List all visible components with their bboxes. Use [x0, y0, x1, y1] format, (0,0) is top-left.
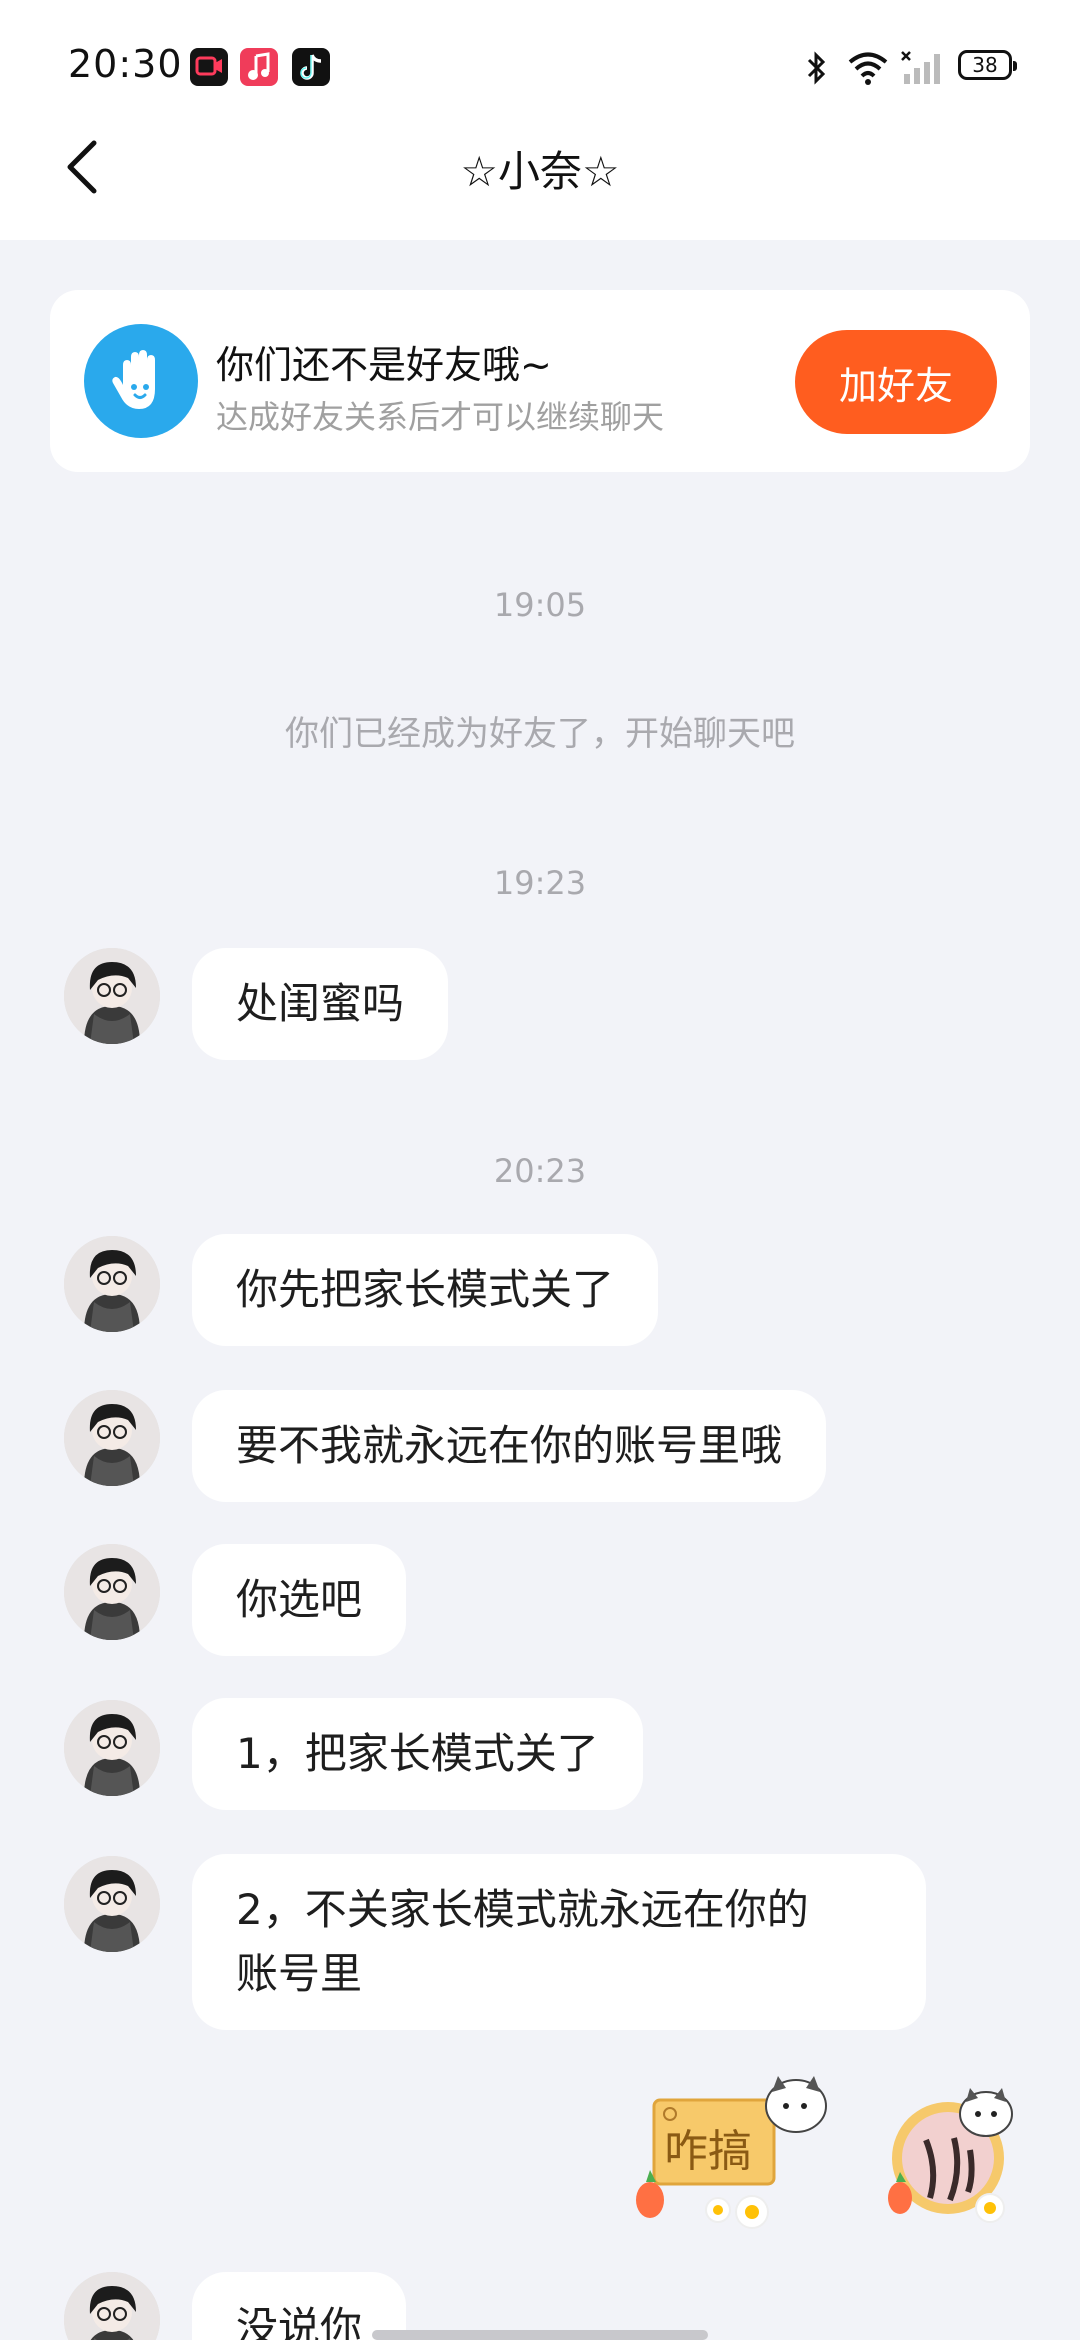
message-line: 2，不关家长模式就永远在你的: [236, 1885, 809, 1934]
top-bar: 20:30 38 ☆小奈☆: [0, 0, 1080, 240]
card-subtitle: 达成好友关系后才可以继续聊天: [216, 398, 665, 436]
add-friend-button[interactable]: 加好友: [795, 330, 997, 434]
avatar[interactable]: [64, 1236, 160, 1332]
message-bubble[interactable]: 1，把家长模式关了: [192, 1698, 643, 1810]
message-bubble[interactable]: 你选吧: [192, 1544, 407, 1656]
message-line: 账号里: [236, 1949, 363, 1998]
bluetooth-icon: [804, 48, 830, 88]
page-title: ☆小奈☆: [460, 147, 620, 196]
sticker-text: 咋搞: [664, 2126, 752, 2177]
signal-icon: [900, 48, 944, 88]
home-indicator[interactable]: [372, 2330, 708, 2340]
avatar[interactable]: [64, 2272, 160, 2340]
status-time: 20:30: [68, 42, 183, 86]
sticker-cat-sign[interactable]: 咋搞: [628, 2070, 848, 2230]
message-bubble-multiline[interactable]: 2，不关家长模式就永远在你的 账号里: [192, 1854, 926, 2030]
video-recorder-icon: [190, 48, 228, 86]
avatar[interactable]: [64, 948, 160, 1044]
card-title: 你们还不是好友哦~: [216, 343, 552, 387]
status-bar: 20:30 38: [0, 0, 1080, 130]
message-bubble[interactable]: 你先把家长模式关了: [192, 1234, 659, 1346]
message-bubble[interactable]: 处闺蜜吗: [192, 948, 449, 1060]
sticker-cat-portrait[interactable]: [878, 2080, 1028, 2230]
timestamp: 20:23: [493, 1152, 587, 1190]
wifi-icon: [846, 48, 890, 88]
system-message: 你们已经成为好友了，开始聊天吧: [285, 714, 795, 754]
battery-indicator: 38: [958, 50, 1017, 80]
music-icon: [240, 48, 278, 86]
avatar[interactable]: [64, 1700, 160, 1796]
hand-wave-icon: [84, 324, 198, 438]
timestamp: 19:05: [493, 586, 587, 624]
timestamp: 19:23: [493, 864, 587, 902]
tiktok-icon: [292, 48, 330, 86]
avatar[interactable]: [64, 1390, 160, 1486]
friend-request-card: 你们还不是好友哦~ 达成好友关系后才可以继续聊天 加好友: [50, 290, 1030, 472]
avatar[interactable]: [64, 1544, 160, 1640]
avatar[interactable]: [64, 1856, 160, 1952]
message-bubble[interactable]: 要不我就永远在你的账号里哦: [192, 1390, 827, 1502]
